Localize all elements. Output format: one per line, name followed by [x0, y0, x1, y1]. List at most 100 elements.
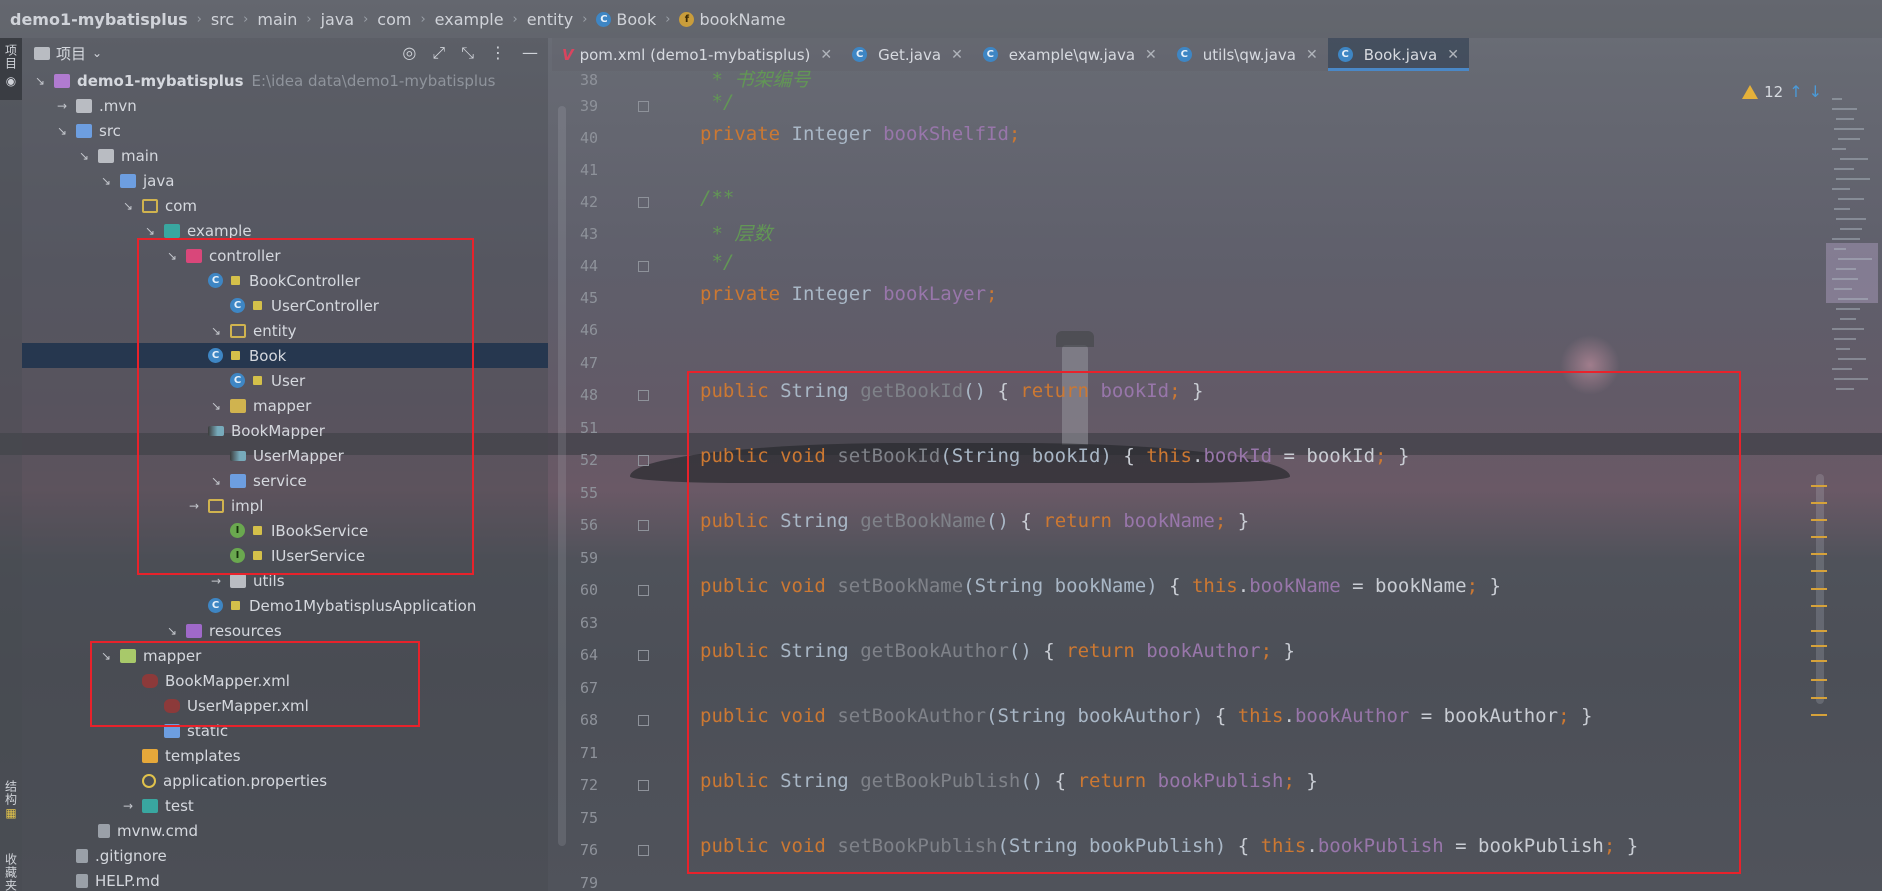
tree-item[interactable]: mvnw.cmd — [22, 818, 548, 843]
expanded-arrow-icon[interactable]: ↘ — [76, 149, 92, 163]
breadcrumb-item[interactable]: com — [377, 10, 411, 29]
expanded-arrow-icon[interactable]: ↘ — [54, 124, 70, 138]
inspection-widget[interactable]: 12 ↑ ↓ — [1742, 82, 1822, 101]
code-token: bookAuthor — [1146, 640, 1261, 662]
breadcrumb-item[interactable]: C Book — [596, 10, 656, 29]
hide-panel-icon[interactable]: — — [522, 43, 538, 63]
tree-item[interactable]: → test — [22, 793, 548, 818]
structure-tool-tab[interactable]: 结构 ▦ — [0, 780, 22, 820]
warning-stripe-marker[interactable] — [1811, 485, 1827, 487]
editor-tab[interactable]: C Get.java ✕ — [842, 38, 973, 71]
code-token: { — [1043, 770, 1078, 792]
code-token: String bookAuthor — [997, 705, 1192, 727]
expanded-arrow-icon[interactable]: ↘ — [142, 224, 158, 238]
tree-item[interactable]: C Demo1MybatisplusApplication — [22, 593, 548, 618]
code-token: } — [1569, 705, 1593, 727]
code-token: bookAuthor — [1443, 705, 1559, 727]
collapse-all-icon[interactable]: ⤡ — [461, 43, 474, 63]
tree-item[interactable]: ↘ java — [22, 168, 548, 193]
project-tool-tab[interactable]: 项目 ◉ — [0, 38, 22, 100]
expanded-arrow-icon[interactable]: ↘ — [32, 74, 48, 88]
code-area[interactable]: * 书架编号 */ private Integer bookShelfId; /**… — [552, 69, 1882, 891]
warning-stripe-marker[interactable] — [1811, 588, 1827, 590]
breadcrumb-item[interactable]: entity — [527, 10, 573, 29]
maven-icon: V — [562, 45, 574, 64]
tree-item[interactable]: ↘ demo1-mybatisplus E:\idea data\demo1-myb… — [22, 68, 548, 93]
tree-item-label: HELP.md — [95, 871, 160, 890]
tree-item[interactable]: ↘ main — [22, 143, 548, 168]
expanded-arrow-icon[interactable]: ↘ — [164, 624, 180, 638]
tree-item-label: demo1-mybatisplus — [77, 71, 244, 90]
tree-item[interactable]: application.properties — [22, 768, 548, 793]
tree-item-label: main — [121, 146, 159, 165]
minimap-line — [1834, 208, 1850, 210]
breadcrumb-item[interactable]: main — [257, 10, 297, 29]
package-icon — [142, 198, 158, 213]
collapsed-arrow-icon[interactable]: → — [208, 574, 224, 588]
project-view-selector[interactable]: 项目 ⌄ — [34, 43, 102, 64]
collapsed-arrow-icon[interactable]: → — [54, 99, 70, 113]
warning-stripe-marker[interactable] — [1811, 536, 1827, 538]
tree-item[interactable]: ↘ com — [22, 193, 548, 218]
code-token: ; — [1214, 510, 1227, 532]
code-token: = — [1409, 705, 1444, 727]
code-token: getBookPublish — [860, 770, 1021, 792]
tree-item[interactable]: ↘ resources — [22, 618, 548, 643]
breadcrumb-item[interactable]: java — [321, 10, 355, 29]
breadcrumb-item[interactable]: example — [435, 10, 504, 29]
code-token: } — [1294, 770, 1318, 792]
close-tab-icon[interactable]: ✕ — [1145, 47, 1157, 63]
minimap-line — [1838, 298, 1868, 300]
expanded-arrow-icon[interactable]: ↘ — [120, 199, 136, 213]
code-token: () — [1020, 770, 1044, 792]
close-tab-icon[interactable]: ✕ — [1447, 47, 1459, 63]
warning-stripe-marker[interactable] — [1811, 645, 1827, 647]
editor-tab[interactable]: Cexample\qw.java ✕ — [972, 38, 1167, 71]
warning-stripe-marker[interactable] — [1811, 519, 1827, 521]
warning-stripe-marker[interactable] — [1811, 605, 1827, 607]
minimap-line — [1840, 158, 1868, 160]
warning-stripe-marker[interactable] — [1811, 697, 1827, 699]
breadcrumb-item[interactable]: f bookName — [679, 10, 786, 29]
tree-item[interactable]: templates — [22, 743, 548, 768]
close-tab-icon[interactable]: ✕ — [820, 47, 832, 63]
options-menu-icon[interactable]: ⋮ — [490, 43, 506, 63]
breadcrumb-item[interactable]: demo1-mybatisplus — [10, 10, 188, 29]
tab-active[interactable]: C Book.java ✕ — [1327, 38, 1470, 71]
structure-tool-label: 结构 — [3, 780, 18, 806]
tree-item[interactable]: ↘ src — [22, 118, 548, 143]
next-highlight-icon[interactable]: ↓ — [1809, 82, 1822, 101]
locate-file-icon[interactable]: ◎ — [402, 43, 416, 63]
warning-stripe-marker[interactable] — [1811, 502, 1827, 504]
close-tab-icon[interactable]: ✕ — [951, 47, 963, 63]
field-declaration: private Integer bookShelfId; — [700, 123, 1020, 145]
warning-stripe-marker[interactable] — [1811, 714, 1827, 716]
warning-stripe-marker[interactable] — [1811, 660, 1827, 662]
editor-tab[interactable]: Cutils\qw.java ✕ — [1166, 38, 1328, 71]
tree-item[interactable]: → .mvn — [22, 93, 548, 118]
expanded-arrow-icon[interactable]: ↘ — [98, 174, 114, 188]
minimap-line — [1832, 368, 1852, 370]
code-token: bookLayer — [883, 283, 987, 305]
collapsed-arrow-icon[interactable]: → — [120, 799, 136, 813]
warning-stripe-marker[interactable] — [1811, 630, 1827, 632]
breadcrumb-item[interactable]: src — [211, 10, 234, 29]
expand-all-icon[interactable]: ⤢ — [432, 43, 445, 63]
tree-item[interactable]: .gitignore — [22, 843, 548, 868]
favorites-tool-tab[interactable]: 收藏夹 ★ — [0, 853, 22, 891]
close-tab-icon[interactable]: ✕ — [1306, 47, 1318, 63]
tree-item[interactable]: HELP.md — [22, 868, 548, 891]
code-minimap[interactable] — [1826, 98, 1878, 418]
breadcrumb-separator: › — [512, 11, 518, 27]
previous-highlight-icon[interactable]: ↑ — [1789, 82, 1802, 101]
warning-stripe-marker[interactable] — [1811, 679, 1827, 681]
minimap-viewport[interactable] — [1826, 243, 1878, 303]
warning-stripe-marker[interactable] — [1811, 553, 1827, 555]
warning-stripe-marker[interactable] — [1811, 570, 1827, 572]
